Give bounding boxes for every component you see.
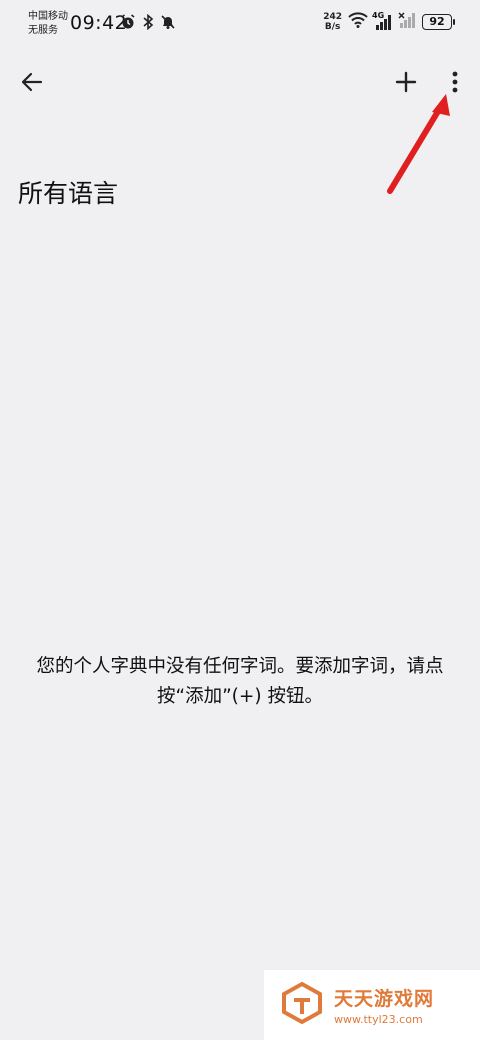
empty-state-message: 您的个人字典中没有任何字词。要添加字词，请点按“添加”(+) 按钮。 bbox=[36, 656, 444, 707]
watermark-url: www.ttyl23.com bbox=[334, 1013, 423, 1026]
page-title: 所有语言 bbox=[18, 179, 119, 208]
battery-indicator: 92 bbox=[422, 14, 455, 30]
wifi-icon bbox=[348, 12, 368, 32]
signal-icon: 4G bbox=[372, 11, 392, 30]
watermark: 天天游戏网 www.ttyl23.com bbox=[264, 970, 480, 1040]
speed-unit: B/s bbox=[324, 22, 341, 32]
status-icons-left bbox=[120, 13, 176, 34]
network-speed: 242 B/s bbox=[323, 12, 342, 32]
status-time: 09:42 bbox=[70, 12, 128, 34]
bluetooth-icon bbox=[142, 13, 154, 34]
speed-value: 242 bbox=[323, 12, 342, 22]
status-bar: 中国移动 无服务 09:42 242 B/s 4G 92 bbox=[0, 0, 480, 44]
status-icons-right: 242 B/s 4G 92 bbox=[323, 11, 455, 32]
watermark-logo-icon bbox=[280, 981, 324, 1029]
watermark-text: 天天游戏网 www.ttyl23.com bbox=[334, 984, 434, 1026]
back-button[interactable] bbox=[16, 68, 48, 100]
arrow-left-icon bbox=[21, 72, 43, 96]
mute-bell-icon bbox=[160, 14, 176, 34]
carrier-name: 中国移动 bbox=[28, 11, 68, 22]
no-signal-icon bbox=[398, 12, 416, 32]
carrier-info: 中国移动 无服务 bbox=[28, 10, 68, 38]
carrier-status: 无服务 bbox=[28, 25, 58, 36]
watermark-title: 天天游戏网 bbox=[334, 988, 435, 1010]
network-type-label: 4G bbox=[372, 11, 385, 20]
annotation-arrow bbox=[387, 94, 450, 194]
alarm-icon bbox=[120, 14, 136, 34]
